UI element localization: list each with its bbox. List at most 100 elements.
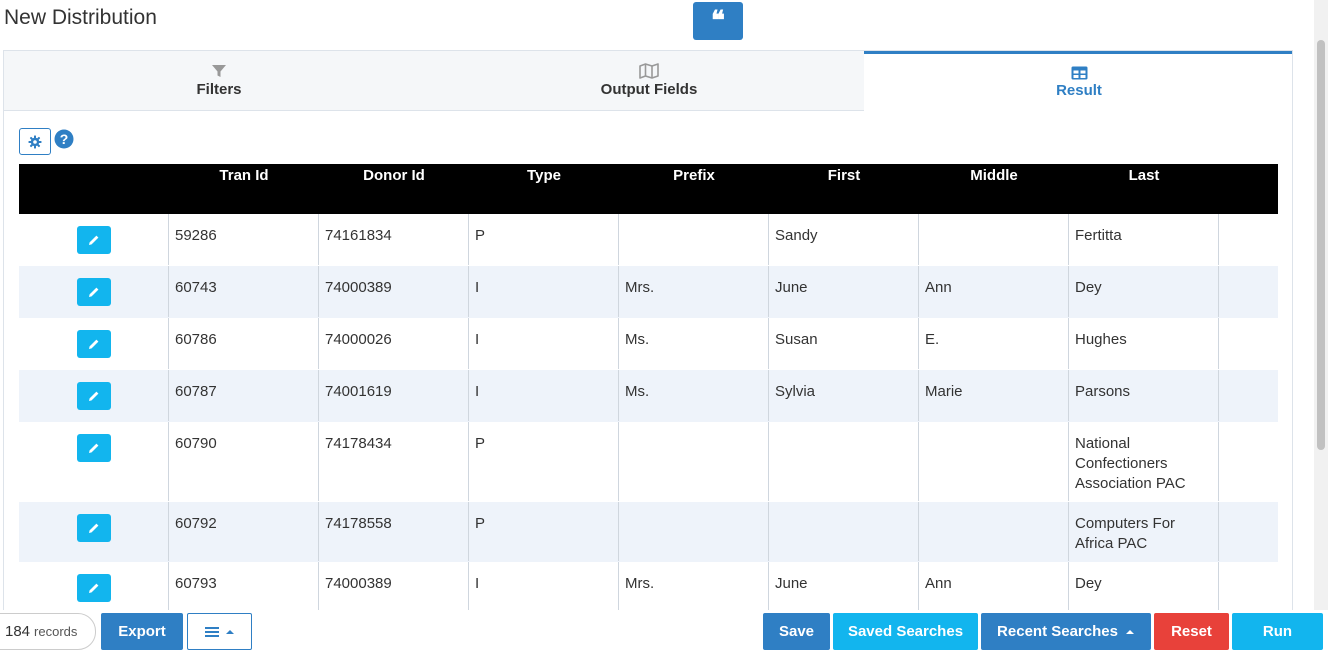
caret-up-icon [1125,629,1134,634]
save-button[interactable]: Save [763,613,830,650]
row-action-cell [19,214,169,265]
export-button[interactable]: Export [101,613,183,650]
column-header[interactable]: Tran Id [169,164,319,214]
table-row: 60793 74000389 I Mrs. June Ann Dey [19,562,1278,610]
cell-type: I [469,318,619,369]
footer-toolbar: 184 records Export Save Saved Searches R… [0,612,1328,654]
cell-middle [919,502,1069,561]
cell-first: Sandy [769,214,919,265]
cell-extra [1219,318,1278,369]
run-button[interactable]: Run [1232,613,1323,650]
row-action-cell [19,318,169,369]
cell-middle [919,422,1069,501]
cell-type: P [469,214,619,265]
cell-extra [1219,422,1278,501]
cell-middle: Marie [919,370,1069,421]
grid-body: 59286 74161834 P Sandy Fertitta 60743 74000389… [19,214,1278,610]
row-action-cell [19,562,169,610]
cell-donor-id: 74178558 [319,502,469,561]
table-row: 60792 74178558 P Computers For Africa PAC [19,502,1278,562]
table-row: 60787 74001619 I Ms. Sylvia Marie Parsons [19,370,1278,422]
cell-type: I [469,370,619,421]
cell-last: Parsons [1069,370,1219,421]
cell-type: I [469,266,619,317]
gear-icon [28,135,42,148]
reset-button[interactable]: Reset [1154,613,1229,650]
recent-searches-button[interactable]: Recent Searches [981,613,1151,650]
cell-last: Dey [1069,266,1219,317]
pencil-icon [88,443,98,453]
cell-type: P [469,502,619,561]
edit-row-button[interactable] [76,434,111,462]
pencil-icon [88,287,98,297]
column-header[interactable]: Middle [919,164,1069,214]
cell-extra [1219,370,1278,421]
cell-middle: Ann [919,562,1069,610]
saved-searches-button[interactable]: Saved Searches [833,613,978,650]
tab-output-fields[interactable]: Output Fields [434,51,864,111]
edit-row-button[interactable] [76,226,111,254]
cell-last: Computers For Africa PAC [1069,502,1219,561]
cell-donor-id: 74178434 [319,422,469,501]
table-icon [1071,66,1087,80]
column-header[interactable]: Donor Id [319,164,469,214]
cell-tran-id: 60786 [169,318,319,369]
caret-up-icon [226,629,234,634]
cell-first: June [769,562,919,610]
edit-row-button[interactable] [76,278,111,306]
quote-button[interactable]: ❝ [693,2,743,40]
table-row: 60786 74000026 I Ms. Susan E. Hughes [19,318,1278,370]
column-header[interactable]: S [1219,164,1278,214]
tab-output-fields-label: Output Fields [600,81,698,98]
record-count-label: records [34,624,78,639]
cell-prefix: Ms. [619,370,769,421]
help-icon[interactable]: ? [54,129,74,149]
pencil-icon [88,583,98,593]
cell-prefix: Mrs. [619,562,769,610]
cell-tran-id: 60793 [169,562,319,610]
cell-tran-id: 60743 [169,266,319,317]
column-header[interactable]: Type [469,164,619,214]
row-action-cell [19,370,169,421]
edit-row-button[interactable] [76,382,111,410]
table-row: 60790 74178434 P National Confectioners Ass… [19,422,1278,502]
search-panel: Filters Output Fields Result ? Tran Id D… [3,50,1293,610]
column-settings-button[interactable] [19,128,51,155]
cell-donor-id: 74001619 [319,370,469,421]
cell-middle: Ann [919,266,1069,317]
edit-row-button[interactable] [76,330,111,358]
menu-dropdown-button[interactable] [187,613,252,650]
results-grid: Tran Id Donor Id Type Prefix First Middle Last… [19,164,1278,610]
page-title: New Distribution [4,6,157,29]
edit-row-button[interactable] [76,514,111,542]
tab-filters[interactable]: Filters [4,51,434,111]
page-scrollbar[interactable] [1314,0,1328,610]
cell-donor-id: 74000026 [319,318,469,369]
quote-icon: ❝ [711,6,725,36]
column-header[interactable]: Last [1069,164,1219,214]
tab-bar: Filters Output Fields Result [4,51,1292,111]
cell-last: National Confectioners Association PAC [1069,422,1219,501]
cell-extra [1219,502,1278,561]
edit-row-button[interactable] [76,574,111,602]
column-header[interactable]: First [769,164,919,214]
cell-tran-id: 60790 [169,422,319,501]
pencil-icon [88,523,98,533]
list-icon [205,626,219,637]
column-header[interactable]: Prefix [619,164,769,214]
scrollbar-thumb[interactable] [1317,40,1325,450]
cell-last: Hughes [1069,318,1219,369]
cell-middle [919,214,1069,265]
column-header[interactable] [19,164,169,214]
cell-donor-id: 74161834 [319,214,469,265]
table-row: 59286 74161834 P Sandy Fertitta [19,214,1278,266]
svg-text:?: ? [60,131,69,147]
filter-icon [212,65,226,77]
cell-donor-id: 74000389 [319,562,469,610]
tab-result[interactable]: Result [864,51,1292,111]
cell-prefix: Ms. [619,318,769,369]
result-tools: ? [19,128,74,155]
record-count: 184 [5,623,31,640]
cell-extra [1219,562,1278,610]
cell-prefix [619,214,769,265]
